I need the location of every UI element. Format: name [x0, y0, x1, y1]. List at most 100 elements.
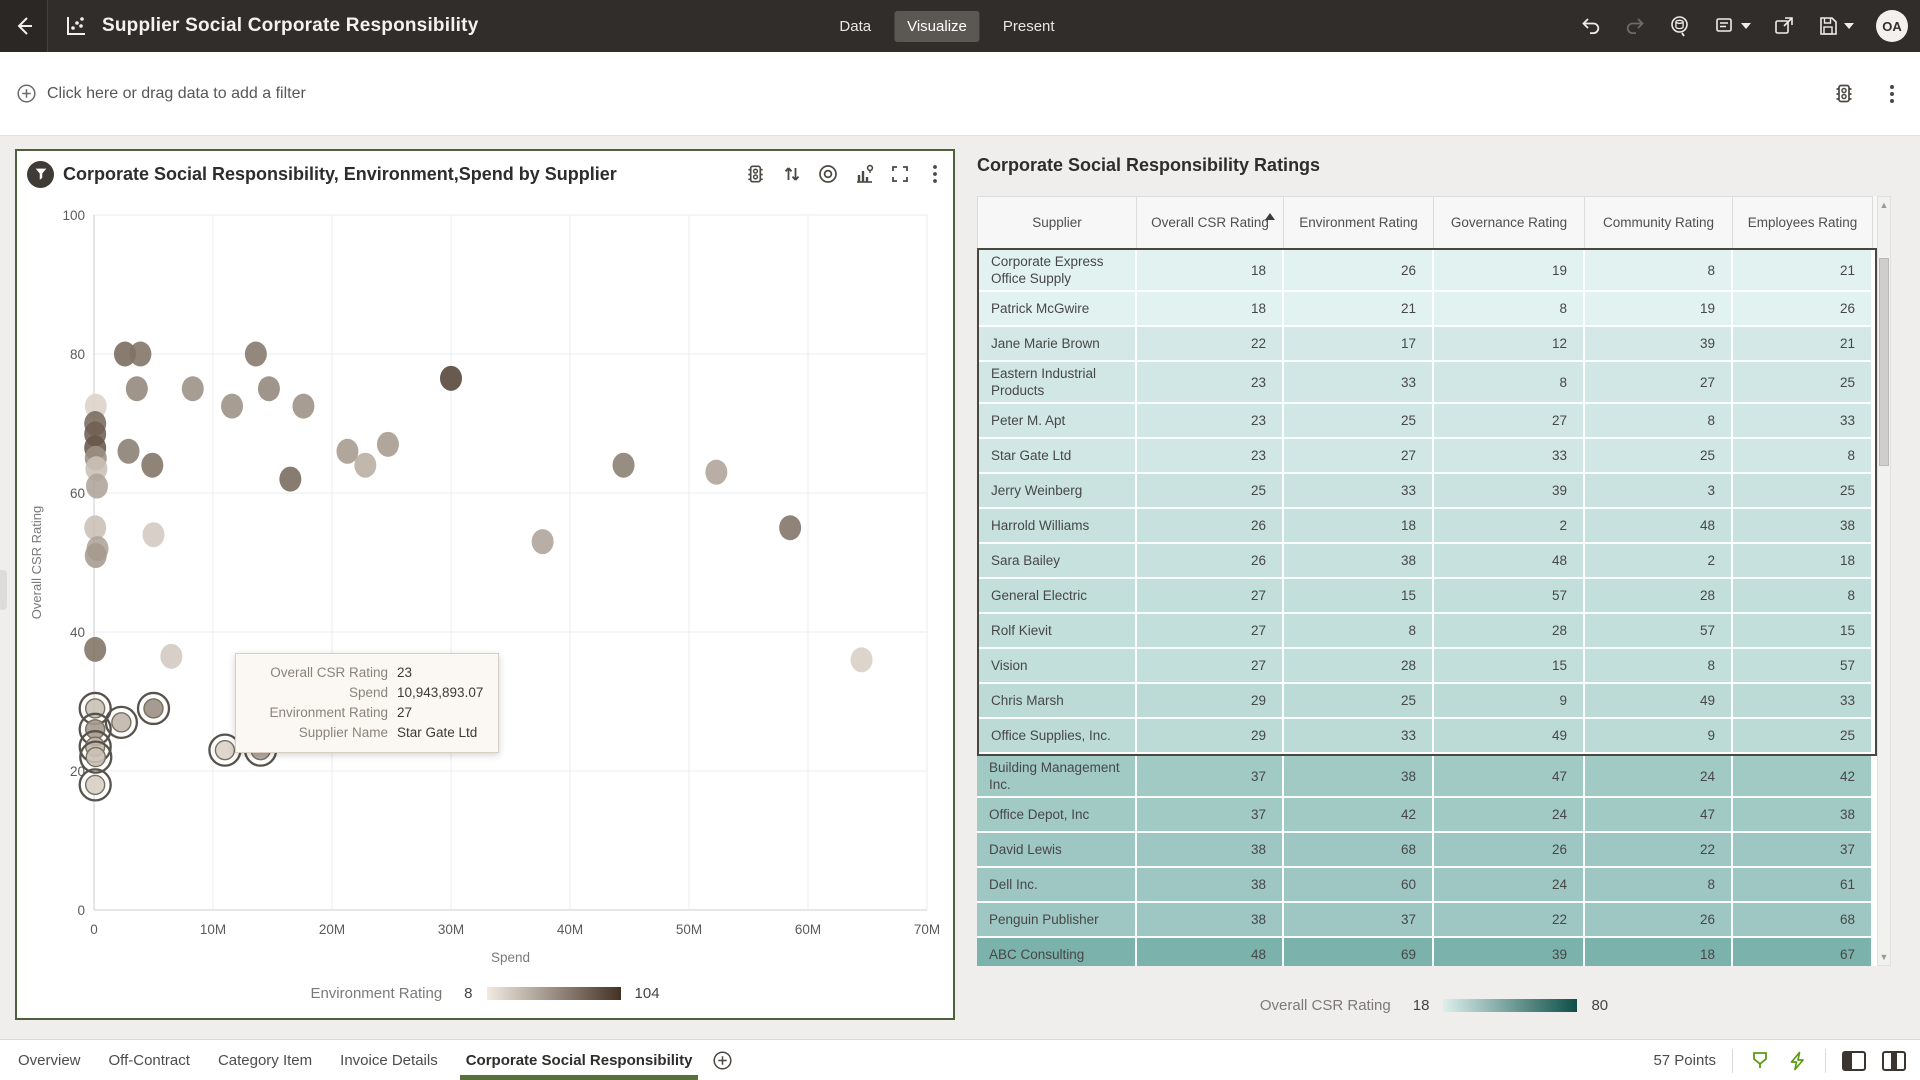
rating-cell[interactable]: 37 — [1137, 756, 1284, 798]
supplier-cell[interactable]: Eastern Industrial Products — [979, 362, 1137, 404]
rating-cell[interactable]: 33 — [1733, 404, 1873, 439]
supplier-cell[interactable]: Jerry Weinberg — [979, 474, 1137, 509]
rating-cell[interactable]: 29 — [1137, 719, 1284, 754]
supplier-cell[interactable]: Sara Bailey — [979, 544, 1137, 579]
rating-cell[interactable]: 9 — [1434, 684, 1585, 719]
rating-cell[interactable]: 25 — [1284, 684, 1434, 719]
rating-cell[interactable]: 33 — [1434, 439, 1585, 474]
rating-cell[interactable]: 69 — [1284, 938, 1434, 966]
rating-cell[interactable]: 38 — [1137, 903, 1284, 938]
rating-cell[interactable]: 19 — [1434, 250, 1585, 292]
save-button[interactable] — [1817, 15, 1854, 37]
export-button[interactable] — [1773, 15, 1795, 37]
rating-cell[interactable]: 24 — [1434, 798, 1585, 833]
scatter-plot[interactable]: 0204060801000 10M 20M 30M 40M 50M 60M 70MOveral… — [17, 197, 953, 971]
rating-cell[interactable]: 24 — [1585, 756, 1733, 798]
rating-cell[interactable]: 8 — [1585, 649, 1733, 684]
rating-cell[interactable]: 21 — [1733, 327, 1873, 362]
rating-cell[interactable]: 25 — [1733, 362, 1873, 404]
rating-cell[interactable]: 9 — [1585, 719, 1733, 754]
supplier-cell[interactable]: Penguin Publisher — [977, 903, 1137, 938]
rating-cell[interactable]: 48 — [1137, 938, 1284, 966]
rating-cell[interactable]: 60 — [1284, 868, 1434, 903]
rating-cell[interactable]: 49 — [1434, 719, 1585, 754]
back-button[interactable] — [0, 0, 48, 52]
table-row[interactable]: ABC Consulting 48 69 39 18 67 — [977, 938, 1877, 966]
canvas-settings-icon[interactable] — [1832, 82, 1856, 106]
table-row[interactable]: David Lewis 38 68 26 22 37 — [977, 833, 1877, 868]
scroll-down-icon[interactable]: ▼ — [1878, 950, 1890, 964]
rating-cell[interactable]: 2 — [1434, 509, 1585, 544]
rating-cell[interactable]: 15 — [1733, 614, 1873, 649]
rating-cell[interactable]: 29 — [1137, 684, 1284, 719]
rating-cell[interactable]: 39 — [1585, 327, 1733, 362]
rating-cell[interactable]: 24 — [1434, 868, 1585, 903]
supplier-cell[interactable]: Peter M. Apt — [979, 404, 1137, 439]
rating-cell[interactable]: 17 — [1284, 327, 1434, 362]
rating-cell[interactable]: 47 — [1585, 798, 1733, 833]
rating-cell[interactable]: 28 — [1284, 649, 1434, 684]
redo-button[interactable] — [1624, 15, 1646, 37]
rating-cell[interactable]: 37 — [1733, 833, 1873, 868]
rating-cell[interactable]: 2 — [1585, 544, 1733, 579]
rating-cell[interactable]: 33 — [1284, 719, 1434, 754]
table-row[interactable]: Corporate Express Office Supply 18 26 19 8 21 — [979, 250, 1875, 292]
rating-cell[interactable]: 25 — [1284, 404, 1434, 439]
rating-cell[interactable]: 39 — [1434, 474, 1585, 509]
supplier-cell[interactable]: ABC Consulting — [977, 938, 1137, 966]
supplier-cell[interactable]: David Lewis — [977, 833, 1137, 868]
rating-cell[interactable]: 22 — [1137, 327, 1284, 362]
rating-cell[interactable]: 38 — [1284, 756, 1434, 798]
supplier-cell[interactable]: Corporate Express Office Supply — [979, 250, 1137, 292]
canvas-tab-category-item[interactable]: Category Item — [204, 1040, 326, 1080]
rating-cell[interactable]: 28 — [1585, 579, 1733, 614]
sort-icon[interactable] — [781, 163, 803, 185]
undo-button[interactable] — [1580, 15, 1602, 37]
add-canvas-button[interactable] — [712, 1050, 733, 1071]
viz-filter-badge[interactable] — [27, 160, 54, 188]
scrollbar-thumb[interactable] — [1879, 258, 1889, 466]
table-row[interactable]: Jane Marie Brown 22 17 12 39 21 — [979, 327, 1875, 362]
canvas-menu-icon[interactable] — [1882, 83, 1902, 105]
rating-cell[interactable]: 18 — [1137, 292, 1284, 327]
supplier-cell[interactable]: Chris Marsh — [979, 684, 1137, 719]
table-row[interactable]: Eastern Industrial Products 23 33 8 27 25 — [979, 362, 1875, 404]
rating-cell[interactable]: 26 — [1284, 250, 1434, 292]
column-header-governance-rating[interactable]: Governance Rating — [1434, 196, 1585, 248]
table-row[interactable]: Patrick McGwire 18 21 8 19 26 — [979, 292, 1875, 327]
rating-cell[interactable]: 38 — [1284, 544, 1434, 579]
rating-cell[interactable]: 27 — [1284, 439, 1434, 474]
column-header-employees-rating[interactable]: Employees Rating — [1733, 196, 1873, 248]
table-row[interactable]: Chris Marsh 29 25 9 49 33 — [979, 684, 1875, 719]
rating-cell[interactable]: 25 — [1585, 439, 1733, 474]
rating-cell[interactable]: 18 — [1284, 509, 1434, 544]
rating-cell[interactable]: 61 — [1733, 868, 1873, 903]
filter-panel-handle[interactable] — [0, 570, 7, 610]
rating-cell[interactable]: 12 — [1434, 327, 1585, 362]
rating-cell[interactable]: 18 — [1585, 938, 1733, 966]
rating-cell[interactable]: 42 — [1733, 756, 1873, 798]
supplier-cell[interactable]: Rolf Kievit — [979, 614, 1137, 649]
conditional-formatting-icon[interactable] — [744, 163, 767, 186]
layout-split-panel-icon[interactable] — [1882, 1050, 1906, 1071]
auto-apply-icon[interactable] — [1787, 1050, 1809, 1072]
rating-cell[interactable]: 26 — [1137, 509, 1284, 544]
rating-cell[interactable]: 28 — [1434, 614, 1585, 649]
mode-tab-present[interactable]: Present — [990, 11, 1068, 42]
rating-cell[interactable]: 21 — [1733, 250, 1873, 292]
table-row[interactable]: Star Gate Ltd 23 27 33 25 8 — [979, 439, 1875, 474]
supplier-cell[interactable]: Harrold Williams — [979, 509, 1137, 544]
rating-cell[interactable]: 38 — [1733, 798, 1873, 833]
table-row[interactable]: Office Depot, Inc 37 42 24 47 38 — [977, 798, 1877, 833]
rating-cell[interactable]: 8 — [1733, 439, 1873, 474]
table-scrollbar[interactable]: ▲ ▼ — [1877, 196, 1891, 966]
mode-tab-visualize[interactable]: Visualize — [894, 10, 980, 42]
rating-cell[interactable]: 38 — [1733, 509, 1873, 544]
rating-cell[interactable]: 23 — [1137, 439, 1284, 474]
table-row[interactable]: Jerry Weinberg 25 33 39 3 25 — [979, 474, 1875, 509]
rating-cell[interactable]: 15 — [1284, 579, 1434, 614]
chart-properties-icon[interactable] — [853, 163, 875, 185]
rating-cell[interactable]: 27 — [1434, 404, 1585, 439]
rating-cell[interactable]: 23 — [1137, 404, 1284, 439]
supplier-cell[interactable]: Office Supplies, Inc. — [979, 719, 1137, 754]
